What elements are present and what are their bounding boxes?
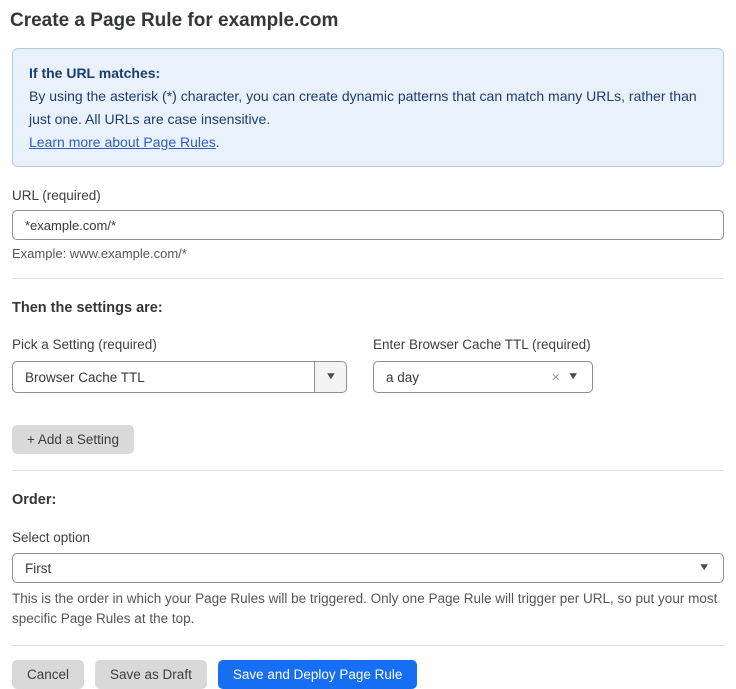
- order-select-label: Select option: [12, 530, 724, 546]
- order-help-text: This is the order in which your Page Rul…: [12, 589, 724, 629]
- ttl-picker-select[interactable]: a day × ▼: [373, 361, 593, 393]
- setting-picker-select[interactable]: Browser Cache TTL ▼: [12, 361, 347, 393]
- order-select-value: First: [13, 561, 701, 576]
- settings-section-heading: Then the settings are:: [12, 299, 724, 317]
- order-section-heading: Order:: [12, 491, 724, 509]
- save-and-deploy-button[interactable]: Save and Deploy Page Rule: [218, 660, 418, 689]
- setting-picker-caret-segment[interactable]: ▼: [314, 362, 346, 392]
- save-as-draft-button[interactable]: Save as Draft: [95, 660, 207, 689]
- url-input[interactable]: [12, 210, 724, 240]
- ttl-picker-label: Enter Browser Cache TTL (required): [373, 337, 593, 353]
- form-actions: Cancel Save as Draft Save and Deploy Pag…: [12, 660, 724, 689]
- chevron-down-icon: ▼: [698, 563, 724, 573]
- divider-1: [12, 278, 724, 279]
- cancel-button[interactable]: Cancel: [12, 660, 84, 689]
- add-setting-button[interactable]: + Add a Setting: [12, 425, 134, 454]
- info-box-body: By using the asterisk (*) character, you…: [29, 85, 707, 131]
- setting-picker-value: Browser Cache TTL: [13, 370, 314, 385]
- url-match-info-box: If the URL matches: By using the asteris…: [12, 48, 724, 167]
- divider-3: [12, 645, 724, 646]
- link-period: .: [216, 134, 220, 150]
- ttl-picker-value: a day: [374, 370, 547, 385]
- page-rule-form: Create a Page Rule for example.com If th…: [0, 0, 736, 689]
- setting-picker-field: Pick a Setting (required) Browser Cache …: [12, 337, 347, 393]
- divider-2: [12, 470, 724, 471]
- info-box-heading: If the URL matches:: [29, 62, 707, 85]
- url-example-hint: Example: www.example.com/*: [12, 246, 724, 262]
- order-select[interactable]: First ▼: [12, 553, 724, 583]
- info-box-link-line: Learn more about Page Rules.: [29, 131, 707, 154]
- ttl-picker-field: Enter Browser Cache TTL (required) a day…: [373, 337, 593, 393]
- setting-picker-label: Pick a Setting (required): [12, 337, 347, 353]
- url-field-label: URL (required): [12, 188, 724, 204]
- settings-row: Pick a Setting (required) Browser Cache …: [12, 337, 724, 393]
- page-title: Create a Page Rule for example.com: [10, 8, 724, 34]
- chevron-down-icon: ▼: [567, 372, 593, 382]
- learn-more-link[interactable]: Learn more about Page Rules: [29, 134, 216, 150]
- chevron-down-icon: ▼: [324, 372, 337, 382]
